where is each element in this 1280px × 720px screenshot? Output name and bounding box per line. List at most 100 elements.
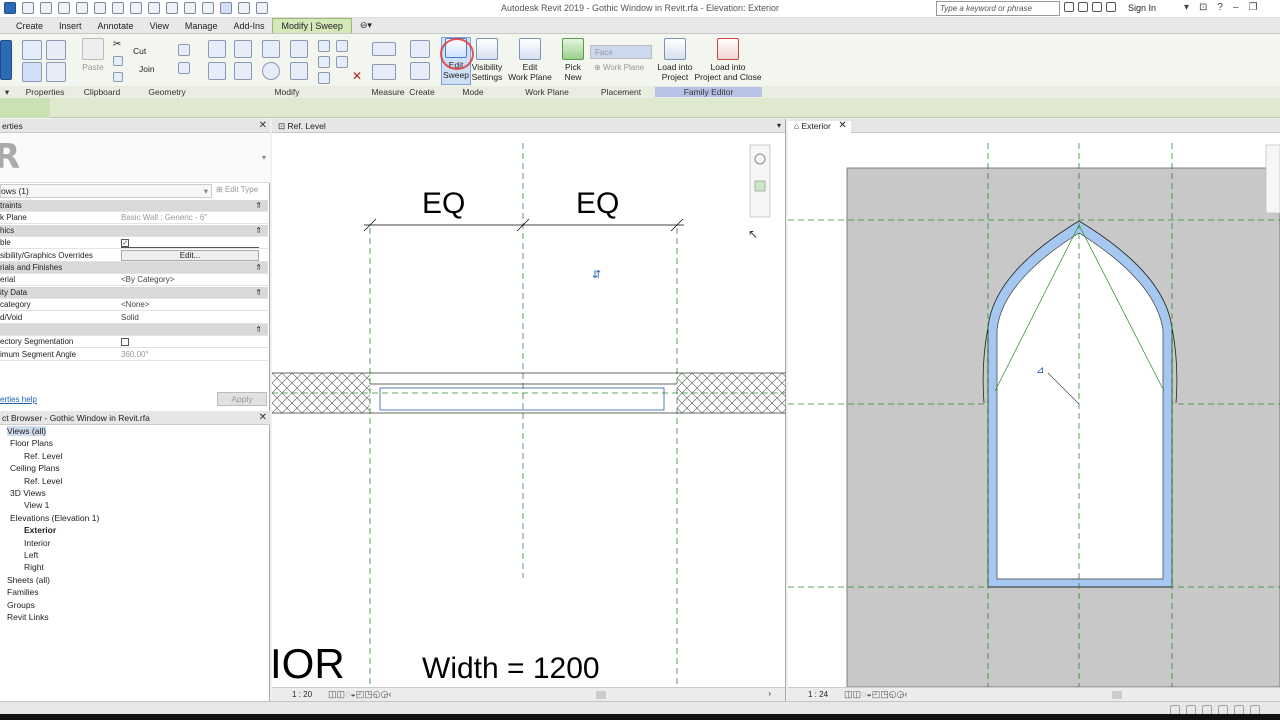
cut-geometry-icon[interactable] <box>178 62 190 74</box>
favorites-icon[interactable] <box>1092 2 1102 12</box>
plan-view-controls-icon[interactable]: ◫◫◌◒◰◳◵◶‹ <box>328 689 392 700</box>
browser-item[interactable]: Left <box>24 550 38 560</box>
property-group-header[interactable]: rials and Finishes ⇑ <box>0 262 268 274</box>
plan-view-canvas[interactable]: EQ EQ ⇵ Width = 1200 IOR ↖ <box>272 133 786 687</box>
property-group-header[interactable]: ⇑ <box>0 324 268 336</box>
browser-item[interactable]: Groups <box>7 600 35 610</box>
width-label[interactable]: Width = 1200 <box>422 652 600 685</box>
move-icon[interactable] <box>208 62 226 80</box>
load-into-project-button[interactable]: Load into Project <box>655 38 695 82</box>
elevation-view-controls-icon[interactable]: ◫◫◌◒◰◳◵◶‹ <box>844 689 908 700</box>
type-selector[interactable]: R ▾ <box>0 133 270 183</box>
collapse-icon[interactable]: ⇑ <box>255 200 262 212</box>
collapse-icon[interactable]: ⇑ <box>255 262 262 274</box>
family-category-icon[interactable] <box>46 62 66 82</box>
type-dropdown-arrow-icon[interactable]: ▾ <box>262 153 266 162</box>
collapse-icon[interactable]: ⇑ <box>255 324 262 336</box>
browser-item[interactable]: Floor Plans <box>10 438 53 448</box>
eq-left-label[interactable]: EQ <box>422 187 465 220</box>
visibility-settings-button[interactable]: Visibility Settings <box>470 38 504 82</box>
elevation-scale[interactable]: 1 : 24 <box>808 690 828 699</box>
plan-view-tab[interactable]: ⊡ Ref. Level <box>272 121 332 132</box>
rotate-icon[interactable] <box>262 62 280 80</box>
browser-item[interactable]: Exterior <box>24 525 56 535</box>
property-group-header[interactable]: hics ⇑ <box>0 224 268 237</box>
help-search-input[interactable]: Type a keyword or phrase <box>936 1 1060 16</box>
browser-item[interactable]: Right <box>24 562 44 572</box>
load-into-project-and-close-button[interactable]: Load into Project and Close <box>694 38 762 82</box>
join-button[interactable]: Join <box>139 64 179 74</box>
cut-icon[interactable]: ✂ <box>113 40 123 50</box>
create-similar-icon[interactable] <box>410 40 430 58</box>
zoom-icon[interactable] <box>754 180 766 192</box>
cope-icon[interactable] <box>178 44 190 56</box>
edit-type-button[interactable]: ⊞ Edit Type <box>216 184 268 198</box>
panel-select[interactable]: ▾ <box>0 87 14 98</box>
delete-icon[interactable]: ✕ <box>352 70 364 82</box>
offset-icon[interactable] <box>234 40 252 58</box>
browser-item[interactable]: Ref. Level <box>24 476 62 486</box>
checkbox-empty-icon[interactable] <box>121 338 129 347</box>
sign-in-link[interactable]: Sign In <box>1128 3 1156 13</box>
browser-close-icon[interactable]: ✕ <box>259 412 267 423</box>
property-value[interactable]: <None> <box>121 299 259 311</box>
dimension-tool-icon[interactable] <box>372 64 396 80</box>
browser-item[interactable]: Revit Links <box>7 612 49 622</box>
tab-insert[interactable]: Insert <box>51 19 90 33</box>
trim-icon[interactable] <box>290 62 308 80</box>
unpin-icon[interactable] <box>336 56 348 68</box>
pin-icon[interactable] <box>336 40 348 52</box>
mirror-axis-icon[interactable] <box>262 40 280 58</box>
dropdown-arrow-icon[interactable]: ▾ <box>1184 2 1189 13</box>
browser-item[interactable]: Ceiling Plans <box>10 463 60 473</box>
edit-overrides-button[interactable]: Edit... <box>121 249 259 261</box>
family-types-icon[interactable] <box>22 62 42 82</box>
scale-icon[interactable] <box>318 72 330 84</box>
cut-button[interactable]: Cut <box>133 46 173 56</box>
property-value[interactable]: <By Category> <box>121 274 259 286</box>
instance-selector[interactable]: ows (1) ▾ <box>0 184 212 198</box>
plan-view-menu-arrow-icon[interactable]: ▾ <box>777 121 781 130</box>
subscription-icon[interactable] <box>1078 2 1088 12</box>
mirror-draw-icon[interactable] <box>290 40 308 58</box>
split-icon[interactable] <box>318 40 330 52</box>
elevation-navigation-bar[interactable] <box>1265 144 1280 214</box>
pick-new-button[interactable]: Pick New <box>560 38 586 82</box>
properties-close-icon[interactable]: ✕ <box>259 120 267 131</box>
property-checkbox[interactable]: ✓ <box>121 237 259 249</box>
match-type-icon[interactable] <box>113 72 123 82</box>
plan-scale[interactable]: 1 : 20 <box>292 690 312 699</box>
plan-scroll-thumb[interactable] <box>596 691 606 699</box>
properties-help-link[interactable]: erties help <box>0 395 37 404</box>
tab-modify-sweep[interactable]: Modify | Sweep <box>272 18 352 33</box>
copy-element-icon[interactable] <box>234 62 252 80</box>
browser-item[interactable]: Sheets (all) <box>7 575 50 585</box>
binoculars-icon[interactable] <box>1064 2 1074 12</box>
browser-item[interactable]: Interior <box>24 538 50 548</box>
help-icon[interactable]: ? <box>1217 2 1223 13</box>
browser-item[interactable]: View 1 <box>24 500 49 510</box>
property-checkbox[interactable] <box>121 336 259 348</box>
properties-icon[interactable] <box>22 40 42 60</box>
tab-annotate[interactable]: Annotate <box>90 19 142 33</box>
elevation-tab-close-icon[interactable]: ✕ <box>838 120 846 131</box>
window-opening-plan[interactable] <box>379 387 665 411</box>
paste-button[interactable]: Paste <box>80 38 106 72</box>
tab-options-icon[interactable]: ⊖▾ <box>352 18 380 33</box>
array-icon[interactable] <box>318 56 330 68</box>
tab-view[interactable]: View <box>142 19 177 33</box>
exchange-apps-icon[interactable]: ⊡ <box>1199 2 1207 13</box>
align-icon[interactable] <box>208 40 226 58</box>
property-group-header[interactable]: traints ⇑ <box>0 200 268 212</box>
browser-item[interactable]: Elevations (Elevation 1) <box>10 513 99 523</box>
tab-add-ins[interactable]: Add-Ins <box>225 19 272 33</box>
browser-item[interactable]: Views (all) <box>7 426 47 436</box>
restore-icon[interactable]: ❐ <box>1249 2 1258 13</box>
elevation-view-canvas[interactable]: ⊿ <box>788 133 1280 687</box>
collapse-icon[interactable]: ⇑ <box>255 287 262 299</box>
tab-create[interactable]: Create <box>8 19 51 33</box>
edit-work-plane-button[interactable]: Edit Work Plane <box>508 38 552 82</box>
browser-item[interactable]: Ref. Level <box>24 451 62 461</box>
property-group-header[interactable]: ity Data ⇑ <box>0 286 268 299</box>
copy-icon[interactable] <box>113 56 123 66</box>
